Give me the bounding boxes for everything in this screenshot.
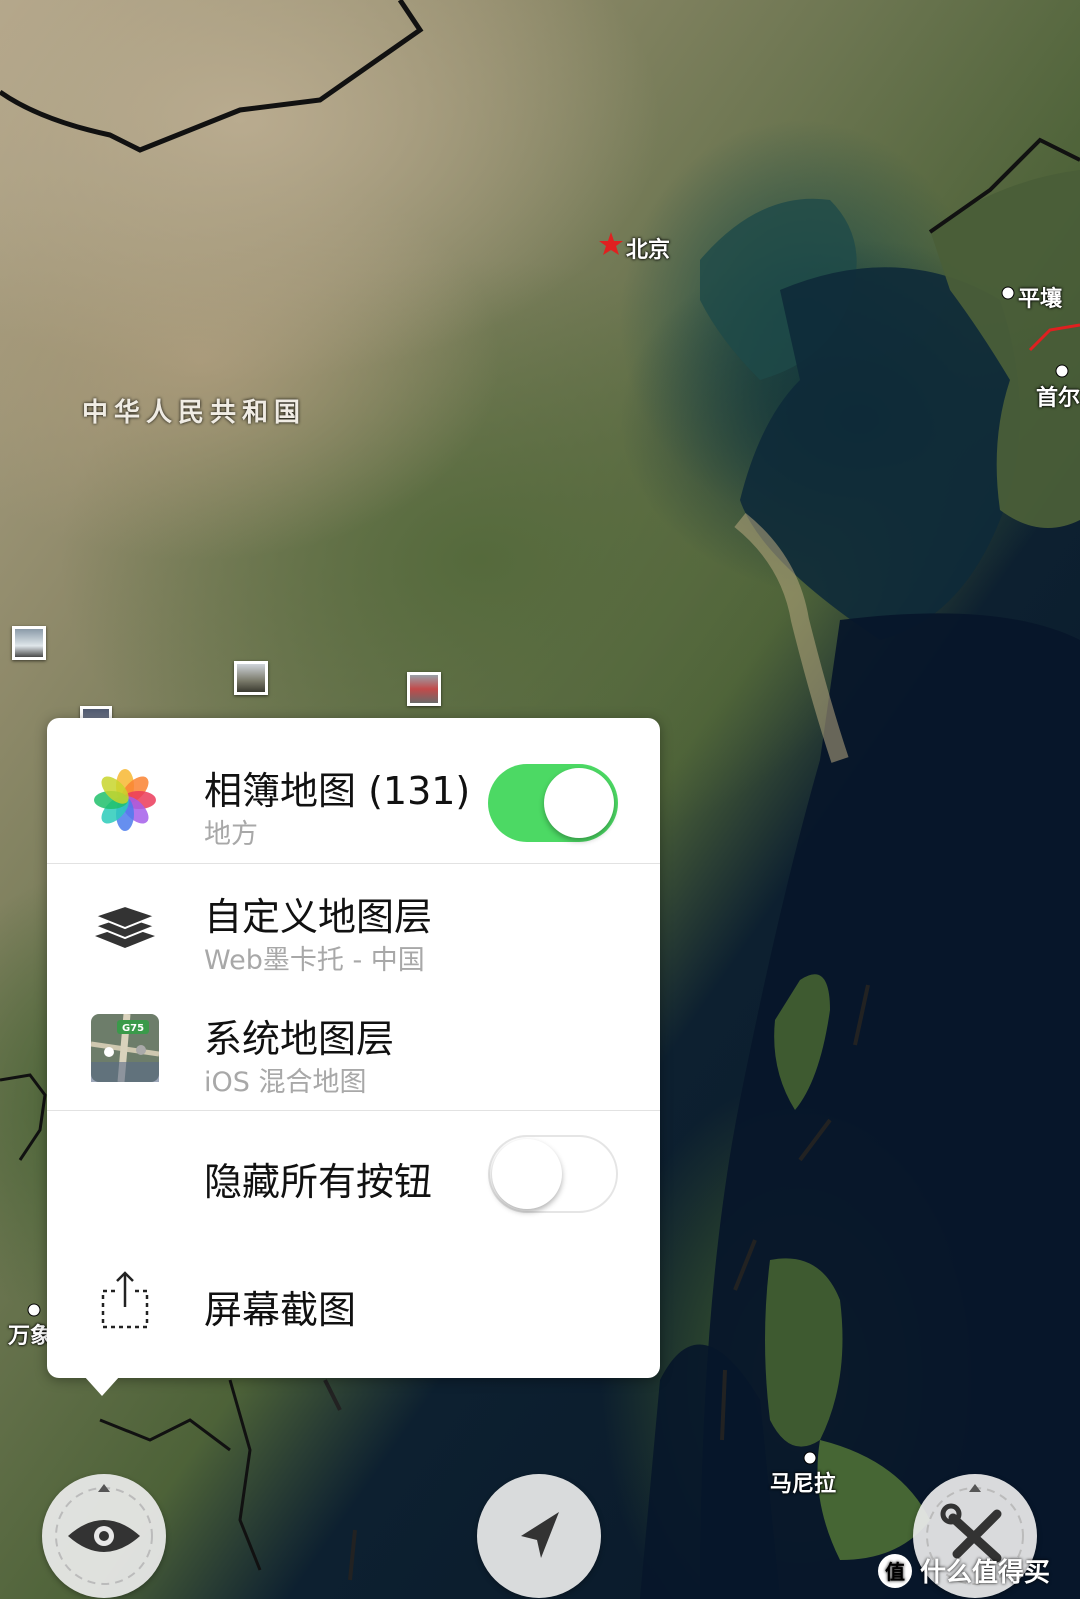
map-icon-badge: G75 <box>122 1023 144 1034</box>
toggle-knob <box>492 1139 562 1209</box>
city-label-vientiane: 万象 <box>8 1324 53 1349</box>
menu-item-title: 自定义地图层 <box>204 895 433 939</box>
menu-item-photos-map[interactable]: 相簿地图 (131) 地方 <box>47 718 660 862</box>
layers-icon <box>91 890 159 958</box>
eye-icon <box>55 1484 153 1585</box>
city-label-seoul: 首尔 <box>1036 386 1080 411</box>
watermark-text: 什么值得买 <box>919 1558 1050 1588</box>
city-label-pyongyang: 平壤 <box>1018 287 1063 312</box>
share-icon <box>91 1267 159 1335</box>
menu-item-subtitle: 地方 <box>204 819 258 850</box>
menu-item-subtitle: Web墨卡托 - 中国 <box>204 945 425 976</box>
popover-arrow <box>84 1376 120 1396</box>
capital-star-icon <box>599 232 623 255</box>
map-icon: G75 <box>91 1014 159 1082</box>
menu-item-title: 系统地图层 <box>204 1017 395 1061</box>
locate-button[interactable] <box>477 1474 601 1598</box>
location-arrow-icon <box>521 1512 559 1558</box>
menu-item-title: 屏幕截图 <box>204 1288 357 1332</box>
toggle-knob <box>544 768 614 838</box>
menu-item-hide-buttons[interactable]: 隐藏所有按钮 <box>47 1111 660 1239</box>
watermark-badge: 值 <box>877 1553 912 1588</box>
menu-item-subtitle: iOS 混合地图 <box>204 1067 367 1098</box>
photo-thumbnail[interactable] <box>407 672 441 706</box>
hide-buttons-toggle[interactable] <box>488 1135 618 1213</box>
country-label: 中华人民共和国 <box>82 398 307 428</box>
photo-thumbnail[interactable] <box>234 661 268 695</box>
view-options-button[interactable] <box>42 1474 166 1598</box>
menu-item-screenshot[interactable]: 屏幕截图 <box>47 1239 660 1378</box>
city-label-beijing: 北京 <box>626 238 671 263</box>
photos-icon <box>91 766 159 834</box>
menu-item-system-layer[interactable]: G75 系统地图层 iOS 混合地图 <box>47 988 660 1110</box>
watermark: 值 什么值得买 <box>877 1552 1050 1589</box>
menu-item-custom-layer[interactable]: 自定义地图层 Web墨卡托 - 中国 <box>47 864 660 988</box>
photos-map-toggle[interactable] <box>488 764 618 842</box>
layers-popover: 相簿地图 (131) 地方 自定义地图层 Web墨卡托 - 中国 G75 系统地… <box>47 718 660 1378</box>
menu-item-title: 相簿地图 (131) <box>204 769 471 813</box>
menu-item-title: 隐藏所有按钮 <box>204 1160 433 1204</box>
photo-thumbnail[interactable] <box>12 626 46 660</box>
city-label-manila: 马尼拉 <box>770 1472 837 1497</box>
